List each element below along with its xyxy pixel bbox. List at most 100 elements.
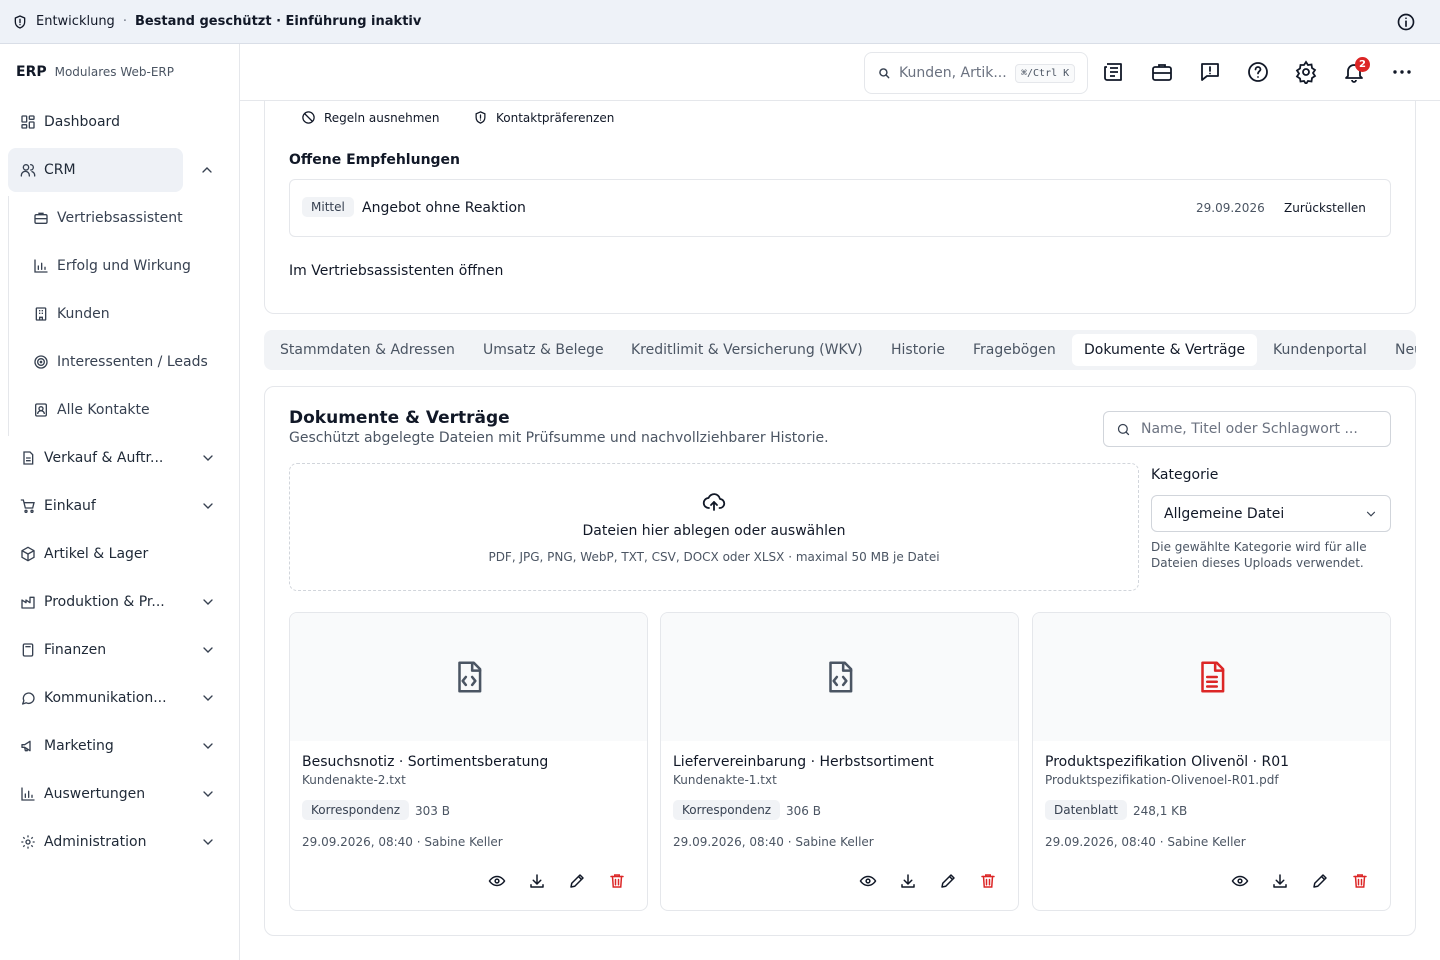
document-name: Produktspezifikation Olivenöl · R01 xyxy=(1045,754,1290,770)
document-category-badge: Korrespondenz xyxy=(302,800,410,820)
nav-verkauf[interactable]: Verkauf & Auftr... xyxy=(8,436,232,480)
search-icon xyxy=(1117,423,1130,435)
nav-erfolg-und-wirkung[interactable]: Erfolg und Wirkung xyxy=(8,244,232,288)
help-icon[interactable] xyxy=(1246,60,1270,84)
document-filename: Kundenakte-1.txt xyxy=(673,773,777,787)
nav-artikel-lager[interactable]: Artikel & Lager xyxy=(8,532,232,576)
tab-stammdaten[interactable]: Stammdaten & Adressen xyxy=(268,334,467,366)
tab-historie[interactable]: Historie xyxy=(879,334,957,366)
trash-icon[interactable] xyxy=(608,872,626,890)
crm-submenu: Vertriebsassistent Erfolg und Wirkung Ku… xyxy=(8,196,232,436)
eye-icon[interactable] xyxy=(488,872,506,890)
open-sales-assistant-link[interactable]: Im Vertriebsassistenten öffnen xyxy=(289,263,503,279)
nav-label: Administration xyxy=(44,834,147,850)
file-dropzone[interactable]: Dateien hier ablegen oder auswählen PDF,… xyxy=(289,463,1139,591)
chevron-down-icon xyxy=(203,695,213,701)
nav-vertriebsassistent[interactable]: Vertriebsassistent xyxy=(8,196,232,240)
nav-label: Marketing xyxy=(44,738,114,754)
nav-interessenten-leads[interactable]: Interessenten / Leads xyxy=(8,340,232,384)
category-hint: Die gewählte Kategorie wird für alle Dat… xyxy=(1151,540,1367,570)
pencil-icon[interactable] xyxy=(939,872,957,890)
users-icon xyxy=(20,164,36,177)
chevron-down-icon xyxy=(203,455,213,461)
environment-label: Entwicklung xyxy=(36,14,115,29)
dashboard-icon xyxy=(21,115,35,129)
document-size: 303 B xyxy=(415,804,450,818)
nav-label: Einkauf xyxy=(44,498,96,514)
more-icon[interactable] xyxy=(1390,60,1414,84)
exclude-rules-label: Regeln ausnehmen xyxy=(324,110,440,125)
nav-alle-kontakte[interactable]: Alle Kontakte xyxy=(8,388,232,432)
nav-label: Interessenten / Leads xyxy=(57,354,208,370)
contact-preferences-label: Kontaktpräferenzen xyxy=(496,110,615,125)
chevron-down-icon xyxy=(203,743,213,749)
bar-chart-icon xyxy=(34,259,48,273)
search-icon xyxy=(879,68,890,79)
shortcut-hint: ⌘/Ctrl K xyxy=(1015,63,1076,83)
nav-dashboard[interactable]: Dashboard xyxy=(8,100,232,144)
nav-administration[interactable]: Administration xyxy=(8,820,232,864)
pencil-icon[interactable] xyxy=(1311,872,1329,890)
global-search[interactable]: Kunden, Artik... ⌘/Ctrl K xyxy=(864,52,1088,94)
recommendation-item: Mittel Angebot ohne Reaktion 29.09.2026 … xyxy=(289,179,1391,237)
calculator-icon xyxy=(22,643,34,657)
contact-preferences-button[interactable]: Kontaktpräferenzen xyxy=(473,110,614,125)
nav-kunden[interactable]: Kunden xyxy=(8,292,232,336)
notification-badge: 2 xyxy=(1355,57,1370,72)
gear-icon xyxy=(21,835,35,849)
priority-badge: Mittel xyxy=(302,197,354,217)
building-icon xyxy=(35,307,47,321)
briefcase-icon[interactable] xyxy=(1150,60,1174,84)
tab-kreditlimit[interactable]: Kreditlimit & Versicherung (WKV) xyxy=(619,334,875,366)
file-text-icon xyxy=(1201,661,1225,693)
trash-icon[interactable] xyxy=(979,872,997,890)
postpone-button[interactable]: Zurückstellen xyxy=(1284,201,1366,215)
tab-dokumente[interactable]: Dokumente & Verträge xyxy=(1072,334,1258,366)
eye-icon[interactable] xyxy=(859,872,877,890)
trash-icon[interactable] xyxy=(1351,872,1369,890)
download-icon[interactable] xyxy=(528,872,546,890)
eye-icon[interactable] xyxy=(1231,872,1249,890)
recommendations-card: Regeln ausnehmen Kontaktpräferenzen Offe… xyxy=(264,100,1416,314)
exclude-rules-button[interactable]: Regeln ausnehmen xyxy=(301,110,439,125)
nav-label: Dashboard xyxy=(44,114,120,130)
newspaper-icon[interactable] xyxy=(1102,60,1126,84)
pencil-icon[interactable] xyxy=(568,872,586,890)
settings-gear-icon[interactable] xyxy=(1294,60,1318,84)
recommendation-date: 29.09.2026 xyxy=(1196,201,1265,215)
nav-finanzen[interactable]: Finanzen xyxy=(8,628,232,672)
document-size: 306 B xyxy=(786,804,821,818)
nav-produktion[interactable]: Produktion & Pr... xyxy=(8,580,232,624)
documents-search-placeholder: Name, Titel oder Schlagwort ... xyxy=(1141,421,1358,437)
nav-marketing[interactable]: Marketing xyxy=(8,724,232,768)
nav-label: Auswertungen xyxy=(44,786,146,802)
document-name: Liefervereinbarung · Herbstsortiment xyxy=(673,754,934,770)
nav-einkauf[interactable]: Einkauf xyxy=(8,484,232,528)
banner-separator: · xyxy=(122,14,127,29)
documents-card: Dokumente & Verträge Geschützt abgelegte… xyxy=(264,386,1416,936)
documents-search-input[interactable]: Name, Titel oder Schlagwort ... xyxy=(1103,411,1391,447)
nav-kommunikation[interactable]: Kommunikation... xyxy=(8,676,232,720)
nav-auswertungen[interactable]: Auswertungen xyxy=(8,772,232,816)
nav-label: Kunden xyxy=(57,306,110,322)
sidebar: ERP Modulares Web-ERP Dashboard CRM Vert… xyxy=(0,44,240,960)
category-select[interactable]: Allgemeine Datei xyxy=(1151,495,1391,532)
dropzone-hint: PDF, JPG, PNG, WebP, TXT, CSV, DOCX oder… xyxy=(488,550,940,564)
info-icon[interactable] xyxy=(1396,12,1416,32)
tab-kundenportal[interactable]: Kundenportal xyxy=(1261,334,1379,366)
feedback-icon[interactable] xyxy=(1198,60,1222,84)
environment-banner: Entwicklung · Bestand geschützt · Einfüh… xyxy=(0,0,1440,44)
download-icon[interactable] xyxy=(899,872,917,890)
tab-umsatz[interactable]: Umsatz & Belege xyxy=(471,334,616,366)
document-filename: Kundenakte-2.txt xyxy=(302,773,406,787)
document-card: Produktspezifikation Olivenöl · R01 Prod… xyxy=(1032,612,1391,911)
category-label: Kategorie xyxy=(1151,467,1219,483)
customer-tabs: Stammdaten & Adressen Umsatz & Belege Kr… xyxy=(264,330,1416,370)
download-icon[interactable] xyxy=(1271,872,1289,890)
tab-frageboegen[interactable]: Fragebögen xyxy=(961,334,1068,366)
chevron-down-icon xyxy=(203,503,213,509)
chevron-down-icon xyxy=(203,647,213,653)
tab-neu[interactable]: Neu xyxy=(1383,334,1416,366)
nav-crm[interactable]: CRM xyxy=(8,148,212,192)
brand: ERP Modulares Web-ERP xyxy=(0,44,239,100)
